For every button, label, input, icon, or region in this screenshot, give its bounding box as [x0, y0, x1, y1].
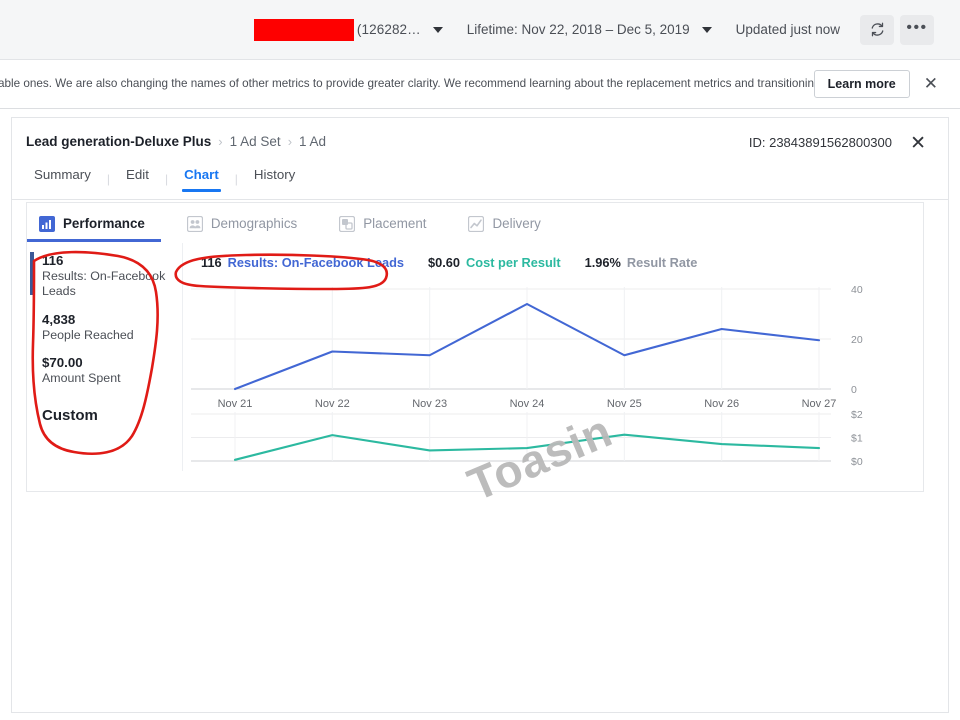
refresh-button[interactable]	[860, 14, 894, 45]
x-axis-tick-label: Nov 27	[802, 398, 837, 410]
metric-label: People Reached	[42, 327, 134, 342]
metric-item-spend[interactable]: $70.00 Amount Spent	[42, 355, 182, 386]
people-icon	[186, 215, 203, 232]
legend-value: 116	[201, 255, 222, 270]
chart-tab-delivery[interactable]: Delivery	[468, 215, 541, 242]
metrics-sidebar: 116 Results: On-Facebook Leads 4,838 Peo…	[27, 243, 183, 471]
metric-value: $70.00	[42, 355, 83, 371]
tab-edit[interactable]: Edit	[110, 167, 165, 191]
account-selector[interactable]: (126282…	[253, 18, 443, 41]
metric-value: 116	[42, 253, 64, 268]
date-range-label: Lifetime: Nov 22, 2018 – Dec 5, 2019	[466, 22, 690, 37]
y-axis-tick-label: 40	[851, 284, 863, 296]
line-chart-icon	[468, 215, 485, 232]
chart-tab-demographics[interactable]: Demographics	[186, 215, 298, 242]
chart-body: 116 Results: On-Facebook Leads 4,838 Peo…	[27, 243, 923, 471]
chart-tab-label: Performance	[63, 216, 145, 231]
chart-tab-performance[interactable]: Performance	[27, 215, 161, 242]
x-axis-tick-label: Nov 25	[607, 398, 642, 410]
notice-banner: able ones. We are also changing the name…	[0, 59, 960, 109]
metric-label: Amount Spent	[42, 371, 121, 386]
y-axis-tick-label: $1	[851, 433, 863, 445]
x-axis-tick-label: Nov 22	[315, 398, 350, 410]
more-options-button[interactable]: •••	[900, 14, 934, 45]
metric-value: 4,838	[42, 311, 76, 327]
chart-legend: 116 Results: On-Facebook Leads $0.60 Cos…	[183, 243, 923, 270]
panel-header: Lead generation-Deluxe Plus › 1 Ad Set ›…	[12, 118, 948, 167]
tab-summary[interactable]: Summary	[26, 167, 107, 191]
breadcrumb-separator-icon: ›	[218, 134, 223, 149]
y-axis-tick-label: 20	[851, 334, 863, 346]
breadcrumb-separator-icon: ›	[287, 134, 293, 149]
refresh-icon	[871, 22, 883, 37]
legend-label-cost-per-result[interactable]: Cost per Result	[466, 255, 561, 270]
chart-area: 116 Results: On-Facebook Leads $0.60 Cos…	[183, 243, 923, 471]
close-icon[interactable]: ✕	[924, 74, 938, 94]
chart-tab-label: Demographics	[210, 216, 298, 231]
chart-category-tabs: Performance Demographics Placement Deliv…	[27, 203, 923, 243]
chart-tab-label: Delivery	[492, 216, 541, 231]
metric-item-reach[interactable]: 4,838 People Reached	[42, 312, 182, 343]
chevron-down-icon[interactable]	[701, 26, 712, 33]
chevron-down-icon[interactable]	[432, 26, 443, 33]
metric-item-results[interactable]: 116 Results: On-Facebook Leads	[42, 253, 182, 300]
date-range-selector[interactable]: Lifetime: Nov 22, 2018 – Dec 5, 2019	[467, 22, 712, 37]
account-id-label: (126282…	[356, 22, 421, 37]
chart-tab-placement[interactable]: Placement	[339, 215, 427, 242]
breadcrumb-adset[interactable]: 1 Ad Set	[230, 134, 281, 149]
tab-history[interactable]: History	[238, 167, 311, 191]
performance-chart-card: Performance Demographics Placement Deliv…	[26, 202, 924, 492]
breadcrumb: Lead generation-Deluxe Plus › 1 Ad Set ›…	[26, 134, 326, 149]
x-axis-tick-label: Nov 21	[218, 398, 253, 410]
x-axis-tick-label: Nov 23	[412, 398, 447, 410]
placement-icon	[339, 215, 356, 232]
performance-line-plot: 0 20 40 Nov 21 Nov 22 Nov 23 Nov 24 Nov 25 Nov 2…	[191, 284, 863, 468]
legend-value: $0.60	[428, 255, 461, 270]
account-name-redacted	[253, 18, 354, 41]
selected-metric-indicator	[30, 252, 34, 295]
breadcrumb-ad[interactable]: 1 Ad	[299, 134, 326, 149]
learn-more-button[interactable]: Learn more	[813, 70, 910, 98]
legend-value: 1.96%	[584, 255, 621, 270]
legend-label-result-rate[interactable]: Result Rate	[627, 255, 697, 270]
close-icon[interactable]: ✕	[910, 132, 926, 155]
y-axis-tick-label: $2	[851, 409, 863, 421]
notice-banner-message: able ones. We are also changing the name…	[0, 77, 814, 91]
app-root: (126282… Lifetime: Nov 22, 2018 – Dec 5,…	[0, 0, 960, 720]
breadcrumb-campaign[interactable]: Lead generation-Deluxe Plus	[26, 134, 211, 149]
custom-metrics-button[interactable]: Custom	[42, 407, 182, 424]
tab-chart[interactable]: Chart	[168, 167, 235, 192]
updated-status-label: Updated just now	[735, 22, 840, 37]
x-axis-tick-label: Nov 26	[704, 398, 739, 410]
legend-label-results[interactable]: Results: On-Facebook Leads	[228, 255, 404, 270]
y-axis-tick-label: 0	[851, 384, 857, 396]
y-axis-tick-label: $0	[851, 456, 863, 468]
x-axis-tick-label: Nov 24	[510, 398, 545, 410]
ad-id-label: ID: 23843891562800300	[748, 135, 892, 150]
bar-chart-icon	[39, 215, 55, 232]
ad-detail-panel: Lead generation-Deluxe Plus › 1 Ad Set ›…	[11, 117, 949, 713]
top-toolbar: (126282… Lifetime: Nov 22, 2018 – Dec 5,…	[0, 0, 960, 59]
panel-tab-bar: Summary | Edit | Chart | History	[12, 167, 948, 200]
chart-tab-label: Placement	[363, 216, 427, 231]
ellipsis-icon: •••	[906, 18, 928, 36]
metric-label: Results: On-Facebook Leads	[42, 269, 166, 299]
plot-wrapper: 0 20 40 Nov 21 Nov 22 Nov 23 Nov 24 Nov 25 Nov 2…	[183, 281, 923, 471]
